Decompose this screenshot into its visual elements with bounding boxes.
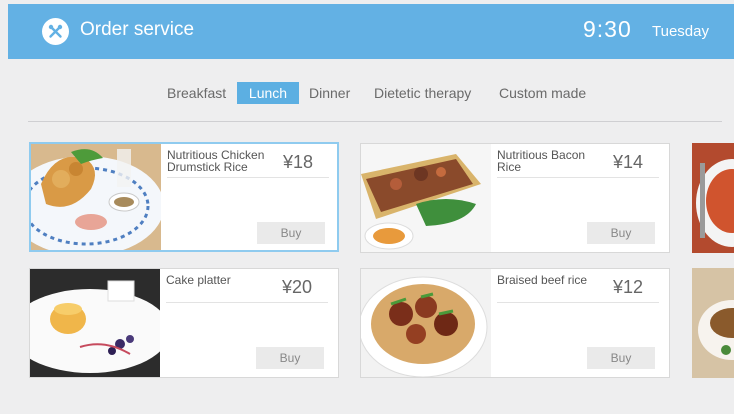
app-header: Order service 9:30 Tuesday xyxy=(8,4,734,59)
clock-day: Tuesday xyxy=(652,23,709,40)
buy-button[interactable]: Buy xyxy=(257,222,325,244)
buy-button[interactable]: Buy xyxy=(587,222,655,244)
food-name: Braised beef rice xyxy=(497,273,588,287)
food-card-braised-beef-rice[interactable]: Braised beef rice ¥12 Buy xyxy=(360,268,670,378)
card-divider xyxy=(497,177,659,178)
food-card-chicken-drumstick-rice[interactable]: Nutritious Chicken Drumstick Rice ¥18 Bu… xyxy=(29,142,339,252)
food-name: Nutritious Chicken Drumstick Rice xyxy=(167,148,265,174)
food-price: ¥14 xyxy=(613,152,644,172)
tabs-divider xyxy=(28,121,722,122)
tab-dinner[interactable]: Dinner xyxy=(309,82,350,104)
clock-time: 9:30 xyxy=(583,16,632,42)
food-price: ¥18 xyxy=(283,152,314,172)
buy-button[interactable]: Buy xyxy=(256,347,324,369)
cutlery-icon[interactable] xyxy=(42,18,69,45)
food-name: Nutritious Bacon Rice xyxy=(497,148,586,174)
food-photo xyxy=(361,269,491,377)
card-divider xyxy=(167,177,329,178)
food-name: Cake platter xyxy=(166,273,231,287)
card-divider xyxy=(497,302,659,303)
tab-lunch[interactable]: Lunch xyxy=(237,82,299,104)
food-card-partial[interactable] xyxy=(692,268,734,378)
meal-tabs: Breakfast Lunch Dinner Dietetic therapy … xyxy=(0,82,734,104)
food-card-partial[interactable] xyxy=(692,143,734,253)
food-photo xyxy=(361,144,491,252)
food-price: ¥12 xyxy=(613,277,644,297)
food-photo xyxy=(30,269,160,377)
food-card-bacon-rice[interactable]: Nutritious Bacon Rice ¥14 Buy xyxy=(360,143,670,253)
food-price: ¥20 xyxy=(282,277,313,297)
food-card-cake-platter[interactable]: Cake platter ¥20 Buy xyxy=(29,268,339,378)
app-title: Order service xyxy=(80,19,195,40)
tab-breakfast[interactable]: Breakfast xyxy=(167,82,226,104)
card-divider xyxy=(166,302,328,303)
tab-custom-made[interactable]: Custom made xyxy=(499,82,586,104)
food-photo xyxy=(31,144,161,250)
tab-dietetic-therapy[interactable]: Dietetic therapy xyxy=(374,82,471,104)
buy-button[interactable]: Buy xyxy=(587,347,655,369)
